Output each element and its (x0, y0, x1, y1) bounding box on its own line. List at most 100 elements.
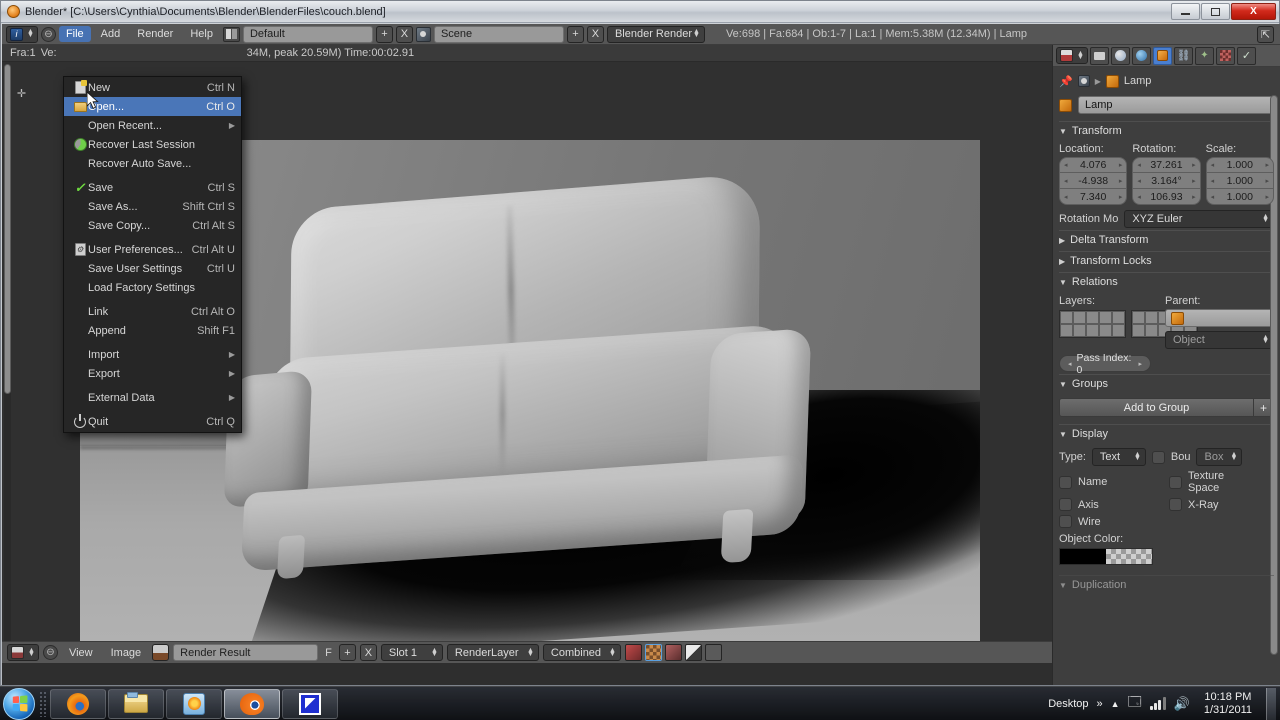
expand-toolshelf-icon[interactable]: ✛ (16, 89, 27, 100)
menu-item-export[interactable]: Export ▶ (64, 364, 241, 383)
taskbar-button-blender[interactable] (224, 688, 280, 719)
window-titlebar[interactable]: Blender* [C:\Users\Cynthia\Documents\Ble… (1, 1, 1279, 23)
render-engine-dropdown[interactable]: Blender Render ▲ ▼ (606, 25, 705, 43)
menu-item-import[interactable]: Import ▶ (64, 345, 241, 364)
volume-icon[interactable]: 🔊 (1174, 696, 1190, 712)
panel-header-transform-locks[interactable]: ▶ Transform Locks (1059, 251, 1274, 270)
collapse-menu-icon[interactable]: ⊖ (42, 645, 58, 660)
parent-type-dropdown[interactable]: Object ▲ ▼ (1165, 331, 1274, 349)
render-slot-dropdown[interactable]: Slot 1 ▲ ▼ (380, 644, 443, 661)
tray-expand-icon[interactable]: ▲ (1111, 699, 1120, 709)
menu-item-recover-auto-save[interactable]: Recover Auto Save... (64, 154, 241, 173)
fake-user-button[interactable]: F (322, 647, 335, 659)
menu-help[interactable]: Help (183, 26, 220, 42)
render-pass-dropdown[interactable]: Combined ▲ ▼ (542, 644, 621, 661)
properties-tab-texture[interactable] (1215, 46, 1235, 65)
bounds-checkbox[interactable] (1151, 450, 1165, 464)
action-center-icon[interactable]: 🗔 (1128, 693, 1142, 715)
display-checkbox-wire[interactable]: Wire (1059, 515, 1147, 528)
add-screen-layout-button[interactable]: + (375, 25, 393, 43)
panel-header-groups[interactable]: ▼ Groups (1059, 374, 1274, 393)
layers-grid[interactable] (1059, 310, 1198, 338)
taskbar-button-app[interactable] (282, 688, 338, 719)
show-desktop-button[interactable] (1266, 687, 1276, 720)
taskbar-grip[interactable] (39, 690, 47, 717)
image-menu-view[interactable]: View (62, 645, 100, 661)
screen-layout-field[interactable]: Default (242, 25, 373, 43)
rotation-z-field[interactable]: ◂ 106.93 ▸ (1132, 189, 1201, 205)
menu-item-external-data[interactable]: External Data ▶ (64, 388, 241, 407)
scale-z-field[interactable]: ◂ 1.000 ▸ (1205, 189, 1274, 205)
panel-header-duplication[interactable]: ▼ Duplication (1059, 575, 1274, 594)
menu-item-save-user-settings[interactable]: Save User Settings Ctrl U (64, 259, 241, 278)
image-editor-type-selector[interactable]: ▲ ▼ (7, 644, 39, 661)
panel-header-display[interactable]: ▼ Display (1059, 424, 1274, 443)
location-y-field[interactable]: ◂ -4.938 ▸ (1059, 173, 1128, 189)
menu-item-link[interactable]: Link Ctrl Alt O (64, 302, 241, 321)
add-to-group-button[interactable]: Add to Group (1059, 398, 1254, 417)
color-and-alpha-icon[interactable] (624, 644, 642, 661)
network-icon[interactable] (1149, 697, 1166, 710)
parent-object-field[interactable] (1165, 309, 1274, 327)
collapse-menu-icon[interactable]: ⊖ (40, 26, 56, 42)
menu-item-load-factory-settings[interactable]: Load Factory Settings (64, 278, 241, 297)
rotation-mode-dropdown[interactable]: XYZ Euler ▲ ▼ (1124, 210, 1274, 228)
panel-header-transform[interactable]: ▼ Transform (1059, 121, 1274, 140)
tray-desktop-label[interactable]: Desktop (1048, 698, 1088, 710)
pin-icon[interactable]: 📌 (1059, 75, 1073, 88)
maximize-area-button[interactable]: ⇱ (1257, 25, 1274, 43)
properties-tab-scene[interactable] (1110, 46, 1130, 65)
pass-index-field[interactable]: ◂ Pass Index: 0 ▸ (1059, 352, 1151, 376)
display-checkbox-name[interactable]: Name (1059, 475, 1147, 489)
properties-tab-world[interactable] (1131, 46, 1151, 65)
new-image-button[interactable]: + (338, 644, 356, 661)
tray-overflow-chevron-icon[interactable]: » (1097, 698, 1103, 710)
close-button[interactable]: X (1231, 3, 1276, 20)
display-checkbox-axis[interactable]: Axis (1059, 498, 1147, 511)
file-menu-dropdown[interactable]: New Ctrl N Open... Ctrl O Open Recent...… (63, 76, 242, 433)
screen-layout-icon[interactable] (222, 26, 240, 42)
add-scene-button[interactable]: + (566, 25, 584, 43)
left-scrollbar-thumb[interactable] (4, 64, 11, 394)
menu-item-quit[interactable]: Quit Ctrl Q (64, 412, 241, 431)
panel-header-relations[interactable]: ▼ Relations (1059, 272, 1274, 291)
taskbar-button-media-player[interactable] (166, 688, 222, 719)
rotation-y-field[interactable]: ◂ 3.164° ▸ (1132, 173, 1201, 189)
scale-y-field[interactable]: ◂ 1.000 ▸ (1205, 173, 1274, 189)
properties-tab-constraints[interactable]: ⛓ (1173, 46, 1193, 65)
display-checkbox-xray[interactable]: X-Ray (1169, 498, 1257, 511)
menu-item-append[interactable]: Append Shift F1 (64, 321, 241, 340)
image-menu-image[interactable]: Image (104, 645, 149, 661)
image-name-field[interactable]: Render Result (173, 644, 319, 661)
color-channel-icon[interactable] (644, 644, 662, 661)
unlink-image-button[interactable]: X (359, 644, 377, 661)
menu-item-save[interactable]: ✓ Save Ctrl S (64, 178, 241, 197)
properties-editor-type-selector[interactable]: ▲ ▼ (1056, 47, 1088, 64)
restore-button[interactable] (1201, 3, 1230, 20)
taskbar-button-firefox[interactable] (50, 688, 106, 719)
start-button[interactable] (3, 687, 35, 720)
taskbar-button-explorer[interactable] (108, 688, 164, 719)
scale-x-field[interactable]: ◂ 1.000 ▸ (1205, 157, 1274, 173)
delete-scene-button[interactable]: X (586, 25, 604, 43)
location-x-field[interactable]: ◂ 4.076 ▸ (1059, 157, 1128, 173)
render-layer-dropdown[interactable]: RenderLayer ▲ ▼ (446, 644, 539, 661)
object-color-swatch[interactable] (1059, 548, 1153, 565)
menu-item-user-preferences[interactable]: ⚙ User Preferences... Ctrl Alt U (64, 240, 241, 259)
zdepth-channel-icon[interactable] (684, 644, 702, 661)
minimize-button[interactable] (1171, 3, 1200, 20)
menu-item-recover-last-session[interactable]: Recover Last Session (64, 135, 241, 154)
properties-tab-object[interactable] (1152, 46, 1172, 65)
delete-screen-layout-button[interactable]: X (395, 25, 413, 43)
alpha-channel-icon[interactable] (664, 644, 682, 661)
object-name-field[interactable]: Lamp (1078, 96, 1274, 114)
display-checkbox-texture-space[interactable]: Texture Space (1169, 470, 1257, 494)
editor-type-selector[interactable]: i ▲ ▼ (6, 25, 38, 43)
view-as-render-icon[interactable] (704, 644, 722, 661)
rotation-x-field[interactable]: ◂ 37.261 ▸ (1132, 157, 1201, 173)
properties-tab-modifiers[interactable]: ✦ (1194, 46, 1214, 65)
display-type-dropdown[interactable]: Text ▲ ▼ (1091, 448, 1146, 466)
menu-item-open-recent[interactable]: Open Recent... ▶ (64, 116, 241, 135)
bounds-type-dropdown[interactable]: Box ▲ ▼ (1196, 448, 1243, 466)
panel-header-delta-transform[interactable]: ▶ Delta Transform (1059, 230, 1274, 249)
